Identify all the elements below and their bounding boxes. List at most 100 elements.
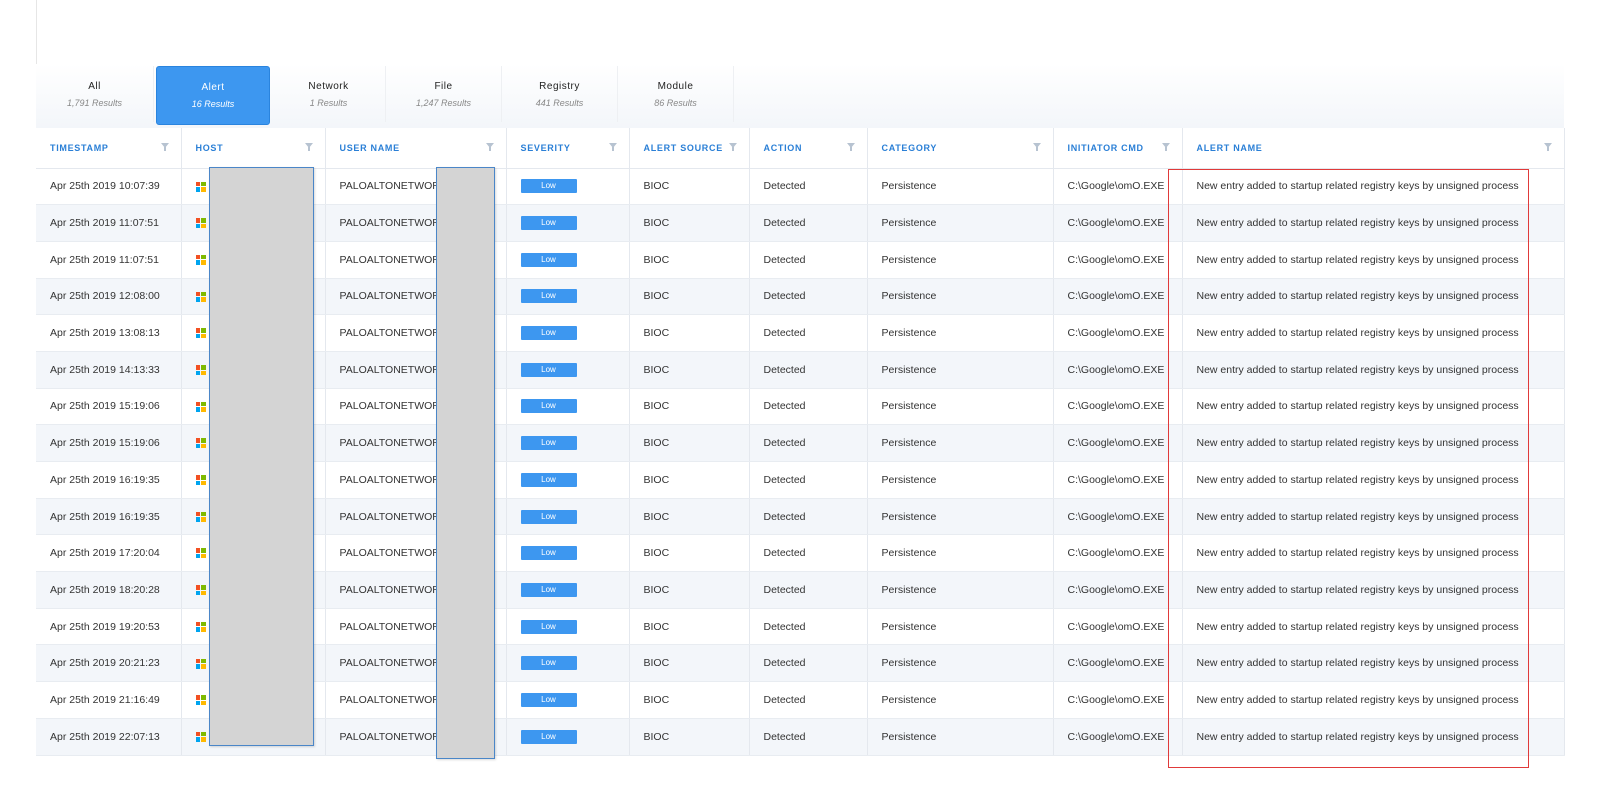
severity-cell: Low <box>506 424 630 462</box>
category-cell: Persistence <box>867 314 1054 352</box>
severity-badge: Low <box>520 656 577 671</box>
column-header-severity[interactable]: SEVERITY <box>506 128 630 169</box>
timestamp-cell: Apr 25th 2019 13:08:13 <box>36 314 182 352</box>
windows-icon <box>195 401 206 412</box>
initiator-cmd-cell: C:\Google\omO.EXE <box>1053 314 1183 352</box>
category-cell-text: Persistence <box>881 217 937 230</box>
tab-all[interactable]: All 1,791 Results <box>36 66 154 122</box>
tab-module[interactable]: Module 86 Results <box>618 66 734 122</box>
action-cell: Detected <box>749 498 868 536</box>
tab-label: Network <box>308 80 349 92</box>
filter-icon[interactable] <box>846 143 855 151</box>
filter-icon[interactable] <box>608 143 617 151</box>
initiator-cmd-cell-text: C:\Google\omO.EXE <box>1067 437 1165 450</box>
timestamp-cell: Apr 25th 2019 16:19:35 <box>36 461 182 499</box>
filter-icon[interactable] <box>304 143 313 151</box>
category-cell-text: Persistence <box>881 180 937 193</box>
timestamp-cell: Apr 25th 2019 22:07:13 <box>36 718 182 756</box>
windows-icon <box>195 731 206 742</box>
tab-registry[interactable]: Registry 441 Results <box>502 66 618 122</box>
action-cell-text: Detected <box>763 363 806 376</box>
windows-icon <box>195 254 206 265</box>
filter-icon[interactable] <box>728 143 737 151</box>
category-cell: Persistence <box>867 424 1054 462</box>
tab-alert[interactable]: Alert 16 Results <box>156 66 270 125</box>
column-header-timestamp[interactable]: TIMESTAMP <box>36 128 182 169</box>
alert-source-cell-text: BIOC <box>643 547 670 560</box>
severity-badge: Low <box>520 399 577 414</box>
filter-icon[interactable] <box>1032 143 1041 151</box>
action-cell-text: Detected <box>763 547 806 560</box>
action-cell: Detected <box>749 388 868 426</box>
alert-source-cell-text: BIOC <box>643 693 670 706</box>
action-cell-text: Detected <box>763 437 806 450</box>
action-cell: Detected <box>749 608 868 646</box>
column-header-category[interactable]: CATEGORY <box>867 128 1054 169</box>
user-name-cell-text: PALOALTONETWORK <box>339 657 447 670</box>
timestamp-cell: Apr 25th 2019 19:20:53 <box>36 608 182 646</box>
tab-count: 1,247 Results <box>415 97 472 108</box>
filter-icon[interactable] <box>485 143 494 151</box>
column-header-action[interactable]: ACTION <box>749 128 868 169</box>
filter-icon[interactable] <box>1161 143 1170 151</box>
tab-file[interactable]: File 1,247 Results <box>386 66 502 122</box>
severity-cell: Low <box>506 388 630 426</box>
action-cell-text: Detected <box>763 730 806 743</box>
user-name-cell-text: PALOALTONETWORK <box>339 473 447 486</box>
severity-cell: Low <box>506 644 630 683</box>
category-cell: Persistence <box>867 571 1054 609</box>
alert-source-cell-text: BIOC <box>643 327 670 340</box>
timestamp-cell-text: Apr 25th 2019 15:19:06 <box>50 437 160 450</box>
timestamp-cell: Apr 25th 2019 16:19:35 <box>36 498 182 536</box>
initiator-cmd-cell: C:\Google\omO.EXE <box>1053 241 1183 279</box>
severity-cell: Low <box>506 278 630 316</box>
timestamp-cell-text: Apr 25th 2019 12:08:00 <box>50 290 160 303</box>
severity-badge: Low <box>520 619 577 634</box>
column-header-alert-name[interactable]: ALERT NAME <box>1182 128 1565 169</box>
severity-badge: Low <box>520 729 577 744</box>
alert-source-cell: BIOC <box>629 351 750 389</box>
category-cell: Persistence <box>867 608 1054 646</box>
action-cell: Detected <box>749 278 868 316</box>
severity-cell: Low <box>506 351 630 389</box>
user-name-cell-text: PALOALTONETWORK <box>339 730 447 743</box>
severity-badge: Low <box>520 582 577 597</box>
initiator-cmd-cell-text: C:\Google\omO.EXE <box>1067 583 1165 596</box>
alert-source-cell-text: BIOC <box>643 583 670 596</box>
category-cell: Persistence <box>867 534 1054 573</box>
action-cell: Detected <box>749 168 868 206</box>
column-header-user-name[interactable]: USER NAME <box>325 128 507 169</box>
alert-source-cell-text: BIOC <box>643 620 670 633</box>
user-name-cell-text: PALOALTONETWORK <box>339 363 447 376</box>
severity-cell: Low <box>506 498 630 536</box>
alert-source-cell: BIOC <box>629 498 750 536</box>
filter-icon[interactable] <box>1543 143 1552 151</box>
severity-cell: Low <box>506 168 630 206</box>
column-header-host[interactable]: HOST <box>181 128 326 169</box>
windows-icon <box>195 511 206 522</box>
initiator-cmd-cell: C:\Google\omO.EXE <box>1053 681 1183 719</box>
filter-icon[interactable] <box>160 143 169 151</box>
alert-source-cell: BIOC <box>629 241 750 279</box>
user-name-cell-text: PALOALTONETWORK <box>339 437 447 450</box>
alert-source-cell: BIOC <box>629 424 750 462</box>
user-name-redaction <box>436 167 495 759</box>
initiator-cmd-cell: C:\Google\omO.EXE <box>1053 571 1183 609</box>
alert-source-cell-text: BIOC <box>643 217 670 230</box>
initiator-cmd-cell: C:\Google\omO.EXE <box>1053 204 1183 242</box>
column-header-initiator-cmd[interactable]: INITIATOR CMD <box>1053 128 1183 169</box>
severity-cell: Low <box>506 608 630 646</box>
tab-network[interactable]: Network 1 Results <box>272 66 386 122</box>
user-name-cell-text: PALOALTONETWORK <box>339 620 447 633</box>
timestamp-cell: Apr 25th 2019 11:07:51 <box>36 204 182 242</box>
category-cell: Persistence <box>867 278 1054 316</box>
column-header-label: INITIATOR CMD <box>1067 142 1144 153</box>
column-header-alert-source[interactable]: ALERT SOURCE <box>629 128 750 169</box>
action-cell: Detected <box>749 461 868 499</box>
initiator-cmd-cell: C:\Google\omO.EXE <box>1053 388 1183 426</box>
alert-source-cell: BIOC <box>629 644 750 683</box>
action-cell-text: Detected <box>763 510 806 523</box>
category-cell: Persistence <box>867 681 1054 719</box>
alert-source-cell-text: BIOC <box>643 253 670 266</box>
category-cell-text: Persistence <box>881 730 937 743</box>
